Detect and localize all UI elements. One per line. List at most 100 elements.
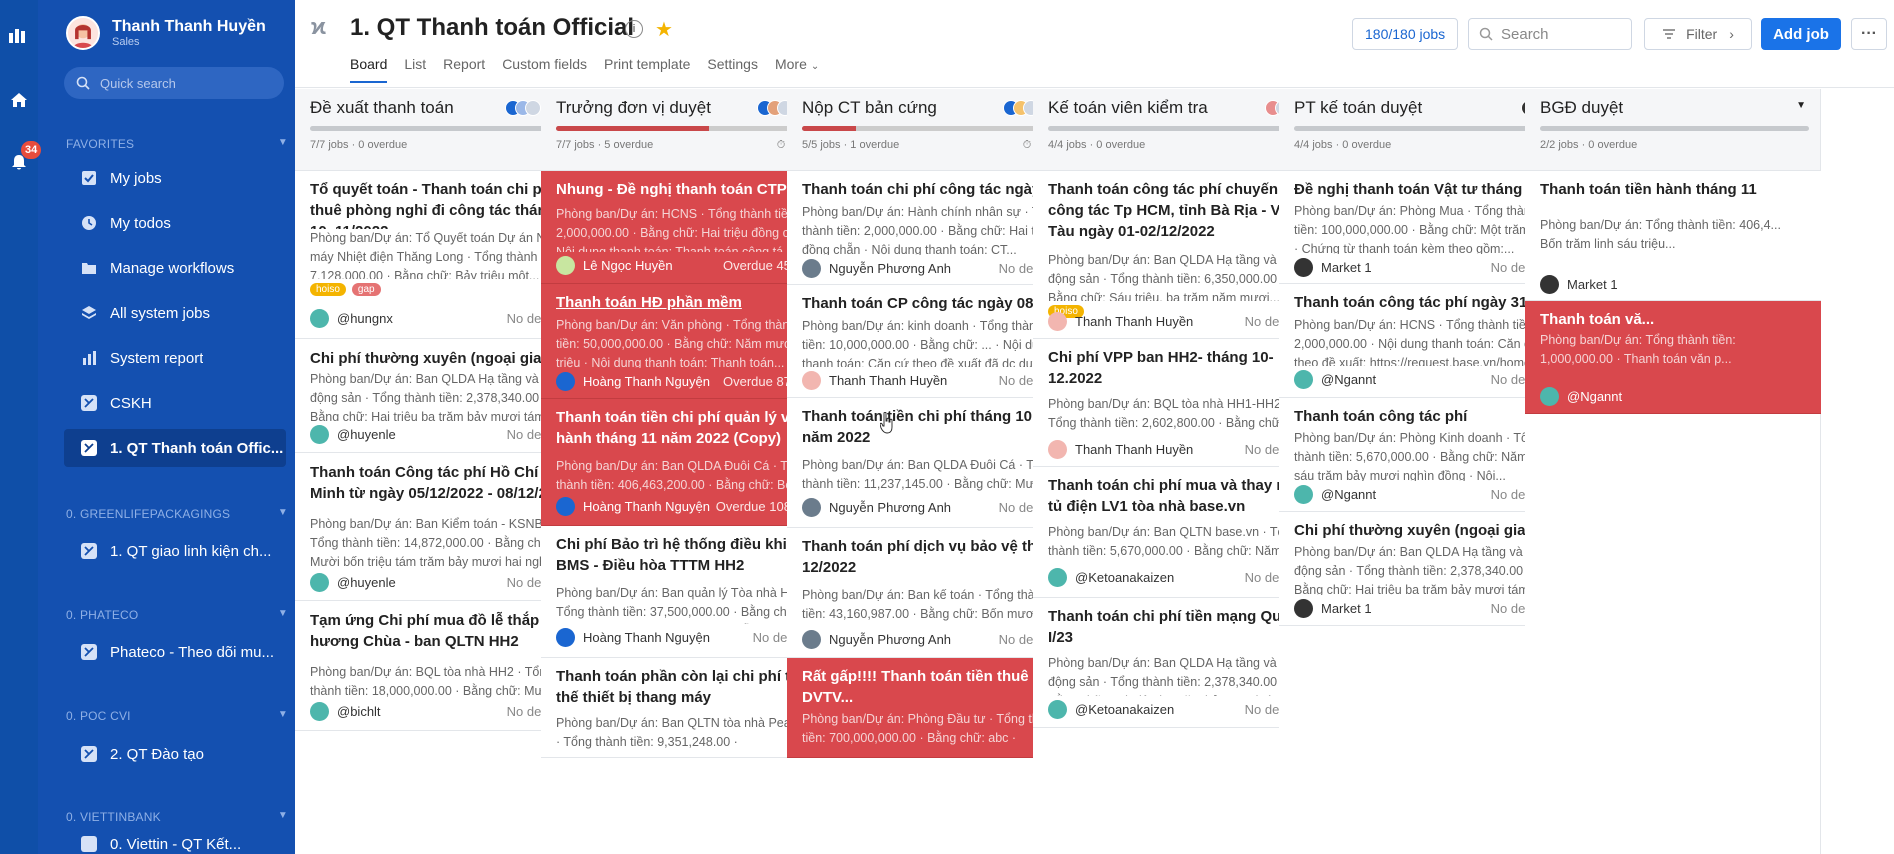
- user-profile[interactable]: Thanh Thanh Huyền Sales: [66, 16, 266, 50]
- card-assignee[interactable]: Lê Ngọc Huyền: [556, 256, 673, 275]
- home-icon[interactable]: [9, 90, 29, 110]
- card-title[interactable]: Thanh toán công tác phí chuyến công tác …: [1048, 179, 1314, 242]
- card-assignee[interactable]: @Ngannt: [1294, 485, 1376, 504]
- view-tabs: Board List Report Custom fields Print te…: [350, 56, 836, 83]
- tab-custom-fields[interactable]: Custom fields: [502, 56, 587, 83]
- card-title[interactable]: Chi phí thường xuyên (ngoại giao) 1: [1294, 520, 1560, 541]
- card-title[interactable]: Tạm ứng Chi phí mua đồ lễ thắp hương Chù…: [310, 610, 576, 652]
- quick-search[interactable]: [64, 67, 284, 99]
- job-card[interactable]: Thanh toán vă... Phòng ban/Dự án: Tổng th…: [1525, 301, 1821, 414]
- add-job-button[interactable]: Add job: [1761, 18, 1841, 50]
- search-box[interactable]: [1468, 18, 1632, 50]
- assignee-name: @huyenle: [337, 575, 396, 590]
- card-title[interactable]: Nhung - Đề nghị thanh toán CTP: [556, 179, 822, 200]
- card-title[interactable]: Chi phí thường xuyên (ngoại giao): [310, 348, 576, 369]
- filter-button[interactable]: Filter ›: [1644, 18, 1752, 50]
- column-members[interactable]: ▼: [1783, 100, 1806, 111]
- column-title: PT kế toán duyệt: [1294, 98, 1423, 117]
- caret-down-icon[interactable]: ▼: [1796, 100, 1806, 111]
- group-label: 0. GREENLIFEPACKAGINGS: [66, 507, 231, 521]
- card-assignee[interactable]: @huyenle: [310, 573, 396, 592]
- card-assignee[interactable]: Hoàng Thanh Nguyện: [556, 497, 710, 516]
- card-assignee[interactable]: Market 1: [1294, 599, 1372, 618]
- card-title[interactable]: Thanh toán CP công tác ngày 08/03: [802, 293, 1068, 314]
- card-assignee[interactable]: @Ketoanakaizen: [1048, 700, 1174, 719]
- card-assignee[interactable]: @hungnx: [310, 309, 393, 328]
- card-title[interactable]: Thanh toán công tác phí: [1294, 406, 1560, 427]
- card-assignee[interactable]: Nguyễn Phương Anh: [802, 498, 951, 517]
- sidebar-item-group-workflow[interactable]: 1. QT giao linh kiện ch...: [64, 532, 286, 570]
- card-title[interactable]: Thanh toán công tác phí ngày 31/01: [1294, 292, 1560, 313]
- card-assignee[interactable]: @huyenle: [310, 425, 396, 444]
- sidebar-item-my-jobs[interactable]: My jobs: [64, 159, 286, 197]
- card-assignee[interactable]: Thanh Thanh Huyền: [802, 371, 947, 390]
- tag-badge[interactable]: gap: [351, 283, 381, 296]
- tab-board[interactable]: Board: [350, 56, 388, 83]
- job-card[interactable]: Thanh toán tiền hành tháng 11 Phòng ban/D…: [1525, 171, 1821, 301]
- card-title[interactable]: Chi phí Bảo trì hệ thống điều khiển BMS …: [556, 534, 822, 576]
- card-assignee[interactable]: Nguyễn Phương Anh: [802, 630, 951, 649]
- sidebar-item-manage-workflows[interactable]: Manage workflows: [64, 249, 286, 287]
- sidebar-item-my-todos[interactable]: My todos: [64, 204, 286, 242]
- sidebar-item-group-workflow[interactable]: 0. Viettin - QT Kết...: [64, 834, 286, 854]
- card-assignee[interactable]: @Ngannt: [1540, 387, 1622, 406]
- tab-settings[interactable]: Settings: [707, 56, 758, 83]
- column-header[interactable]: BGĐ duyệt ▼ 2/2 jobs · 0 overdue: [1525, 89, 1820, 171]
- card-assignee[interactable]: @bichlt: [310, 702, 381, 721]
- star-icon[interactable]: ★: [655, 17, 673, 42]
- group-section[interactable]: 0. POC CVI ▼: [66, 709, 296, 723]
- card-title[interactable]: Thanh toán tiền hành tháng 11: [1540, 179, 1806, 200]
- page-title: 1. QT Thanh toán Official: [350, 14, 635, 41]
- favorites-section[interactable]: FAVORITES ▼: [66, 137, 296, 151]
- card-assignee[interactable]: Thanh Thanh Huyền: [1048, 312, 1193, 331]
- card-title[interactable]: Thanh toán phần còn lại chi phí thay thế…: [556, 666, 822, 708]
- info-icon[interactable]: i: [625, 20, 643, 38]
- sidebar-item-cskh[interactable]: CSKH: [64, 384, 286, 422]
- card-title[interactable]: Rất gấp!!!! Thanh toán tiền thuê DVTV...: [802, 666, 1068, 708]
- card-assignee[interactable]: Market 1: [1540, 275, 1618, 294]
- card-title[interactable]: Tổ quyết toán - Thanh toán chi phí thuê …: [310, 179, 576, 229]
- sidebar-item-group-workflow[interactable]: 2. QT Đào tạo: [64, 735, 286, 773]
- card-assignee[interactable]: Thanh Thanh Huyền: [1048, 440, 1193, 459]
- card-title[interactable]: Thanh toán Công tác phí Hồ Chí Minh từ n…: [310, 462, 576, 504]
- card-assignee[interactable]: Nguyễn Phương Anh: [802, 259, 951, 278]
- avatar: [802, 371, 821, 390]
- sidebar-item-group-workflow[interactable]: Phateco - Theo dõi mu...: [64, 633, 286, 671]
- sidebar-item-system-report[interactable]: System report: [64, 339, 286, 377]
- more-options-button[interactable]: ···: [1851, 18, 1887, 50]
- sidebar-item-qt-thanh-toan[interactable]: 1. QT Thanh toán Offic...: [64, 429, 286, 467]
- sidebar-item-all-system-jobs[interactable]: All system jobs: [64, 294, 286, 332]
- card-title[interactable]: Đề nghị thanh toán Vật tư tháng 11: [1294, 179, 1560, 200]
- group-section[interactable]: 0. PHATECO ▼: [66, 608, 296, 622]
- card-title[interactable]: Thanh toán chi phí mua và thay rơle tủ đ…: [1048, 475, 1314, 517]
- card-title[interactable]: Thanh toán chi phí tiền mạng Quý I/23: [1048, 606, 1314, 648]
- tab-print-template[interactable]: Print template: [604, 56, 690, 83]
- card-assignee[interactable]: Hoàng Thanh Nguyện: [556, 372, 710, 391]
- card-title[interactable]: Thanh toán tiền chi phí quản lý vận hành…: [556, 407, 822, 449]
- card-assignee[interactable]: Market 1: [1294, 258, 1372, 277]
- card-title[interactable]: Thanh toán tiền chi phí tháng 10, 11 năm…: [802, 406, 1068, 448]
- search-input[interactable]: [1501, 25, 1621, 43]
- card-title[interactable]: Thanh toán vă...: [1540, 309, 1806, 330]
- group-section[interactable]: 0. VIETTINBANK ▼: [66, 810, 296, 824]
- card-assignee[interactable]: Hoàng Thanh Nguyện: [556, 628, 710, 647]
- favorites-label: FAVORITES: [66, 137, 135, 151]
- card-assignee[interactable]: @Ngannt: [1294, 370, 1376, 389]
- tab-report[interactable]: Report: [443, 56, 485, 83]
- tab-list[interactable]: List: [404, 56, 426, 83]
- tag-badge[interactable]: hoiso: [310, 283, 346, 296]
- card-description: Phòng ban/Dự án: Ban QLDA Đuôi Cá · Tổng…: [802, 458, 1055, 491]
- card-title[interactable]: Thanh toán chi phí công tác ngày 1/7: [802, 179, 1068, 200]
- card-footer: Market 1No deadline: [1294, 258, 1560, 277]
- app-logo-icon[interactable]: [9, 26, 29, 46]
- quick-search-input[interactable]: [100, 75, 270, 91]
- tab-more[interactable]: More ⌄: [775, 56, 819, 83]
- card-description: Phòng ban/Dự án: Ban quản lý Tòa nhà HH2…: [556, 586, 817, 619]
- card-title[interactable]: Thanh toán phí dịch vụ bảo vệ tháng 12/2…: [802, 536, 1068, 578]
- card-title[interactable]: Chi phí VPP ban HH2- tháng 10-12.2022: [1048, 347, 1314, 389]
- card-assignee[interactable]: @Ketoanakaizen: [1048, 568, 1174, 587]
- jobs-count-button[interactable]: 180/180 jobs: [1352, 18, 1459, 50]
- card-title[interactable]: Thanh toán HĐ phần mềm: [556, 292, 822, 313]
- group-section[interactable]: 0. GREENLIFEPACKAGINGS ▼: [66, 507, 296, 521]
- user-role: Sales: [112, 36, 140, 48]
